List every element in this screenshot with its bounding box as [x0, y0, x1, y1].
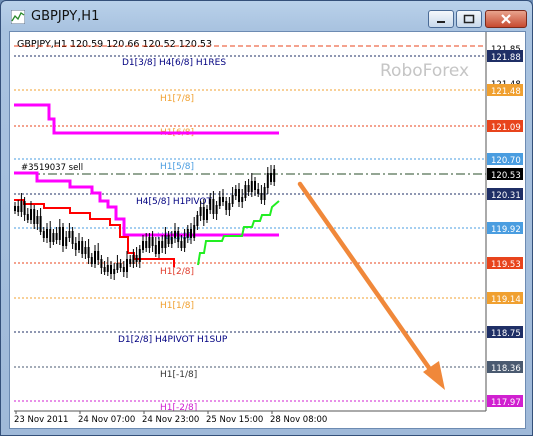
- level-label: H1[1/8]: [160, 301, 194, 311]
- chart-area[interactable]: GBPJPY,H1 120.59 120.66 120.52 120.53 Ro…: [9, 31, 526, 429]
- time-tick-label: 24 Nov 23:00: [142, 415, 199, 425]
- time-tick-label: 23 Nov 2011: [14, 415, 68, 425]
- price-tag-label: 118.36: [491, 364, 521, 374]
- minimize-button[interactable]: [428, 10, 454, 28]
- symbol-info-line: GBPJPY,H1 120.59 120.66 120.52 120.53: [17, 39, 212, 50]
- chart-app-icon: [11, 10, 25, 24]
- price-tag-label: 117.97: [491, 398, 521, 408]
- price-tag-label: 121.88: [491, 53, 521, 63]
- maximize-icon: [463, 14, 475, 24]
- maximize-button[interactable]: [456, 10, 482, 28]
- price-chart[interactable]: GBPJPY,H1 120.59 120.66 120.52 120.53 Ro…: [10, 32, 525, 428]
- title-bar[interactable]: GBPJPY,H1: [1, 1, 532, 31]
- magenta-trend-line: [14, 103, 279, 135]
- level-label: H1[7/8]: [160, 94, 194, 104]
- price-axis: 121.85121.48121.88121.48121.09120.70120.…: [487, 45, 523, 408]
- price-tag-label: 121.48: [491, 87, 521, 97]
- close-button[interactable]: [485, 10, 527, 28]
- level-label: H1[5/8]: [160, 162, 194, 172]
- time-tick-label: 28 Nov 08:00: [270, 415, 327, 425]
- price-tag-label: 120.53: [491, 171, 521, 181]
- price-tag-label: 118.75: [491, 329, 521, 339]
- time-tick-label: 24 Nov 07:00: [78, 415, 135, 425]
- chart-window: GBPJPY,H1 GBPJPY,H1 120.59 120.66 120.52…: [0, 0, 533, 436]
- forecast-arrow: [297, 181, 445, 390]
- minimize-icon: [437, 21, 445, 23]
- level-label: D1[2/8] H4PIVOT H1SUP: [118, 335, 228, 345]
- level-label: D1[3/8] H4[6/8] H1RES: [122, 58, 226, 68]
- level-label: H1[2/8]: [160, 267, 194, 277]
- price-tag-label: 120.31: [491, 191, 521, 201]
- price-tag-label: 121.09: [491, 123, 521, 133]
- price-tag-label: 119.92: [491, 225, 521, 235]
- price-tag-label: 120.70: [491, 156, 521, 166]
- price-tag-label: 119.53: [491, 260, 521, 270]
- level-label: H1[-1/8]: [160, 370, 197, 380]
- close-icon: [501, 14, 511, 24]
- time-axis: 23 Nov 2011 24 Nov 07:00 24 Nov 23:00 25 No…: [14, 411, 327, 425]
- time-tick-label: 25 Nov 15:00: [206, 415, 263, 425]
- price-tag-label: 119.14: [491, 295, 521, 305]
- watermark-text: RoboForex: [380, 61, 469, 81]
- window-title: GBPJPY,H1: [31, 9, 100, 24]
